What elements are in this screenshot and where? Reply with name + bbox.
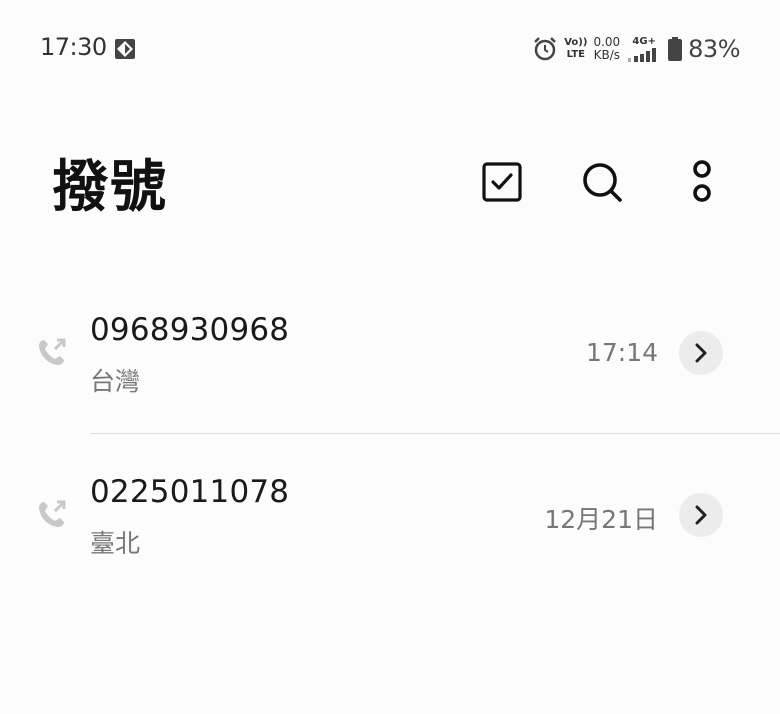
- status-indicators: Vo)) LTE 0.00 KB/s 4G+ 83%: [532, 33, 740, 65]
- outgoing-call-icon: [39, 338, 66, 365]
- net-speed-unit: KB/s: [593, 48, 620, 62]
- call-detail-button[interactable]: [679, 493, 723, 537]
- call-number: 0225011078: [90, 474, 290, 510]
- network-type: 4G+: [632, 36, 656, 47]
- call-location: 臺北: [90, 529, 141, 558]
- search-icon: [583, 163, 622, 202]
- volte-indicator: Vo)) LTE: [564, 37, 587, 61]
- select-button[interactable]: [478, 158, 526, 206]
- battery-percent: 83%: [688, 35, 740, 63]
- outgoing-call-icon: [39, 500, 66, 527]
- battery-icon: [668, 37, 683, 61]
- chevron-right-icon: [695, 505, 707, 525]
- call-number: 0968930968: [90, 312, 290, 348]
- more-options-button[interactable]: [678, 158, 726, 206]
- net-speed-indicator: 0.00 KB/s: [593, 36, 620, 62]
- page-title: 撥號: [52, 155, 168, 220]
- status-bar: 17:30 Vo)) LTE 0.00 KB/s 4G+ 83%: [0, 0, 780, 100]
- signal-icon: [628, 48, 657, 62]
- volte-bottom-label: LTE: [566, 49, 586, 60]
- chevron-right-icon: [695, 343, 707, 363]
- call-detail-button[interactable]: [679, 331, 723, 375]
- call-time: 12月21日: [544, 505, 658, 534]
- call-log-item[interactable]: 0968930968 台灣 17:14: [0, 290, 780, 420]
- alarm-icon: [534, 37, 557, 61]
- select-icon: [482, 162, 522, 202]
- volte-top-label: Vo)): [564, 37, 588, 48]
- call-time: 17:14: [585, 338, 658, 367]
- more-icon: [693, 160, 711, 202]
- call-log-item[interactable]: 0225011078 臺北 12月21日: [0, 452, 780, 582]
- search-button[interactable]: [578, 158, 626, 206]
- call-location: 台灣: [90, 367, 141, 396]
- status-time: 17:30: [40, 33, 107, 61]
- divider: [90, 433, 780, 434]
- app-notification-icon: [115, 39, 135, 59]
- network-indicator: 4G+: [626, 36, 662, 62]
